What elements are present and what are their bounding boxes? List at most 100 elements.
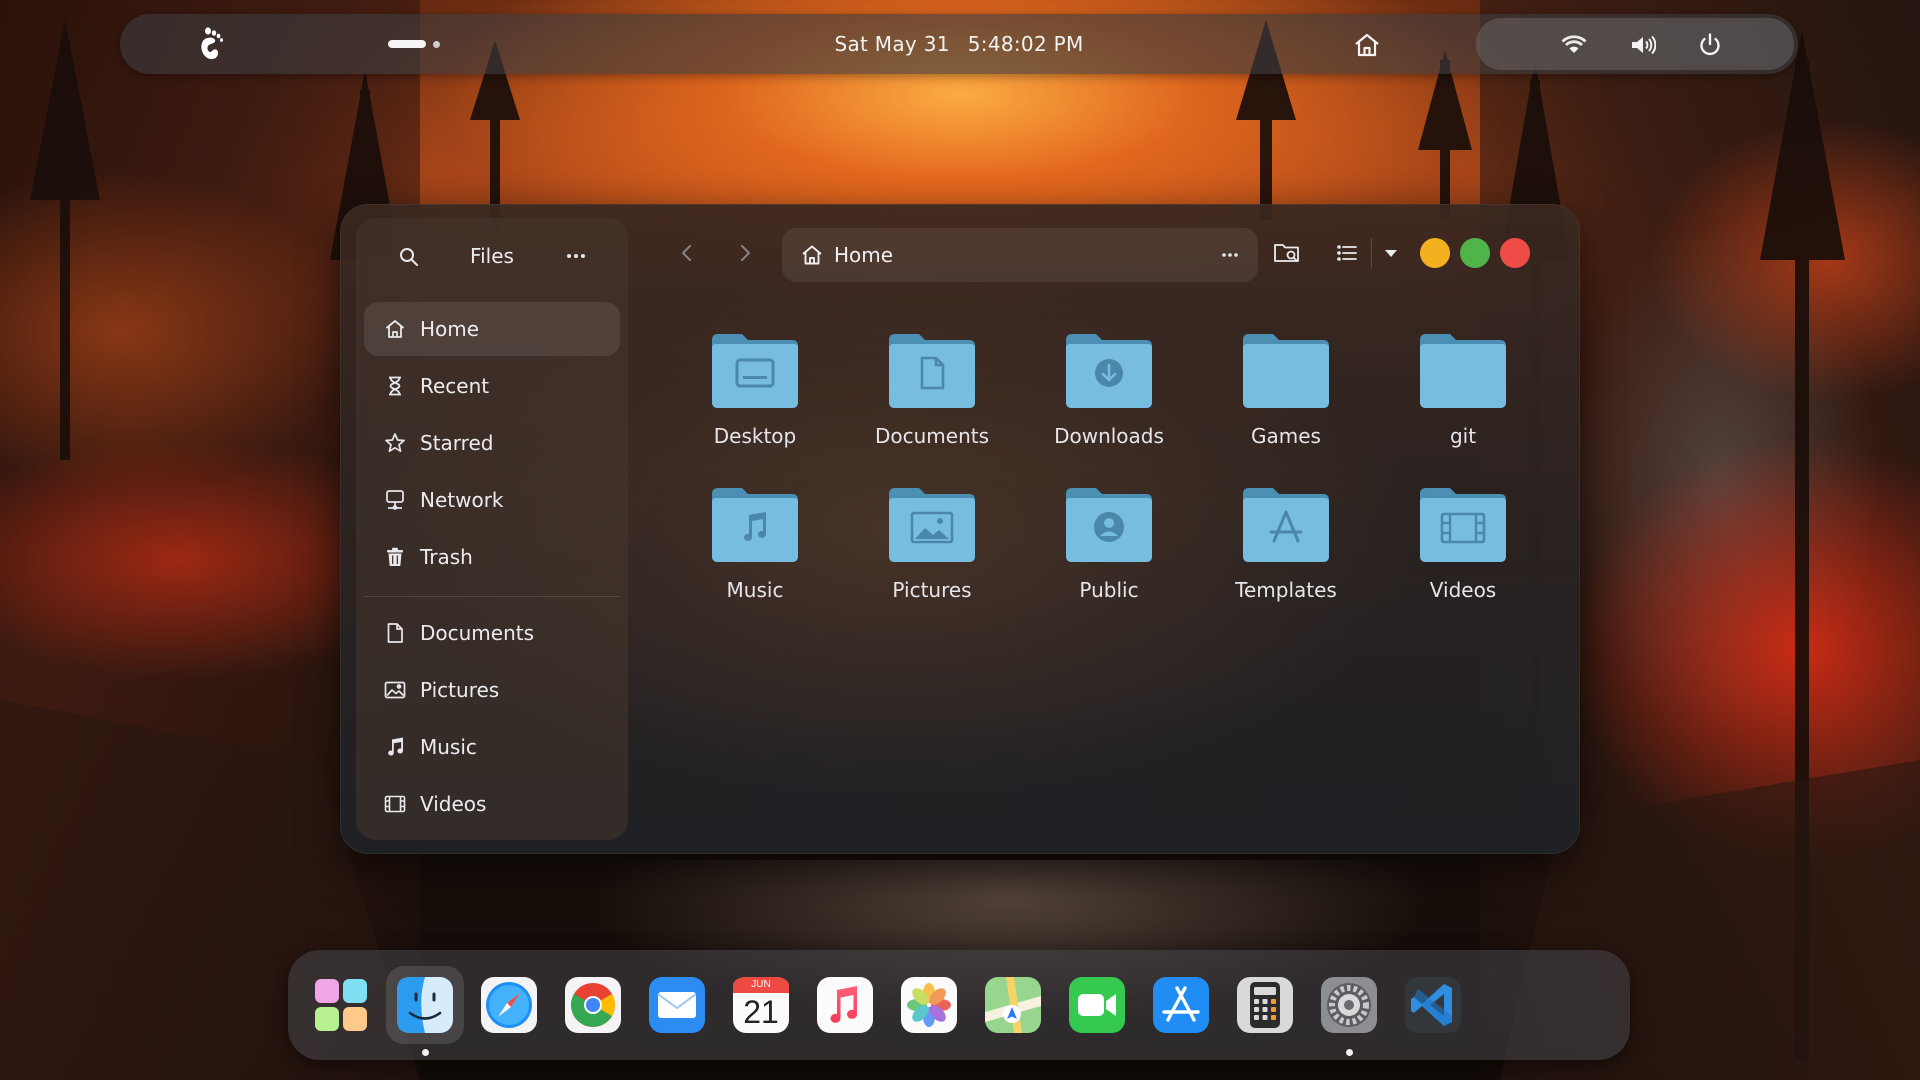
launchpad-icon [315, 979, 367, 1031]
dock-item-music[interactable] [806, 966, 884, 1044]
mail-icon [649, 977, 705, 1033]
folder-downloads[interactable]: Downloads [1024, 330, 1194, 470]
folder-desktop[interactable]: Desktop [670, 330, 840, 470]
sidebar: Files Home Recent Starred Network Trash … [356, 218, 628, 840]
calendar-day: 21 [743, 994, 779, 1030]
gear-icon [1321, 977, 1377, 1033]
close-button[interactable] [1500, 238, 1530, 268]
volume-icon[interactable] [1628, 31, 1657, 59]
home-icon[interactable] [1352, 30, 1382, 60]
folder-pictures-icon [889, 488, 975, 562]
trash-icon [384, 546, 406, 568]
dock-item-system-settings[interactable] [1310, 966, 1388, 1056]
forward-button[interactable] [728, 236, 762, 270]
sidebar-item-recent[interactable]: Recent [364, 359, 620, 413]
folder-pictures[interactable]: Pictures [847, 484, 1017, 624]
folder-label: Public [1079, 578, 1139, 602]
dock-item-app-store[interactable] [1142, 966, 1220, 1044]
more-options-icon[interactable] [562, 244, 590, 268]
folder-videos[interactable]: Videos [1378, 484, 1548, 624]
music-app-icon [817, 977, 873, 1033]
sidebar-item-label: Home [420, 317, 480, 341]
power-icon[interactable] [1696, 31, 1724, 59]
vscode-icon [1405, 977, 1461, 1033]
folder-public[interactable]: Public [1024, 484, 1194, 624]
running-indicator [422, 1049, 429, 1056]
document-icon [384, 622, 406, 644]
sidebar-header: Files [356, 218, 628, 274]
dock-item-photos[interactable] [890, 966, 968, 1044]
folder-music-icon [712, 488, 798, 562]
sidebar-item-pictures[interactable]: Pictures [364, 663, 620, 717]
running-indicator [1346, 1049, 1353, 1056]
folder-public-icon [1066, 488, 1152, 562]
sidebar-divider [364, 596, 620, 597]
folder-label: Templates [1235, 578, 1337, 602]
folder-label: git [1449, 424, 1477, 448]
dock-item-vscode[interactable] [1394, 966, 1472, 1044]
maximize-button[interactable] [1460, 238, 1490, 268]
folder-documents[interactable]: Documents [847, 330, 1017, 470]
path-bar[interactable]: Home [782, 228, 1258, 282]
dock-item-finder[interactable] [386, 966, 464, 1056]
home-icon [384, 318, 406, 340]
folder-games[interactable]: Games [1201, 330, 1371, 470]
minimize-button[interactable] [1420, 238, 1450, 268]
finder-icon [397, 977, 453, 1033]
dock-item-facetime[interactable] [1058, 966, 1136, 1044]
sidebar-item-starred[interactable]: Starred [364, 416, 620, 470]
folder-downloads-icon [1066, 334, 1152, 408]
back-button[interactable] [670, 236, 704, 270]
photos-icon [901, 977, 957, 1033]
sidebar-item-label: Recent [420, 374, 490, 398]
sidebar-item-trash[interactable]: Trash [364, 530, 620, 584]
safari-icon [481, 977, 537, 1033]
system-tray[interactable] [1476, 18, 1794, 70]
path-bar-current[interactable]: Home [834, 243, 893, 267]
dock-item-mail[interactable] [638, 966, 716, 1044]
folder-templates[interactable]: Templates [1201, 484, 1371, 624]
sidebar-item-label: Trash [420, 545, 473, 569]
hourglass-icon [384, 375, 406, 397]
dock-item-calculator[interactable] [1226, 966, 1304, 1044]
folder-documents-icon [889, 334, 975, 408]
folder-label: Desktop [713, 424, 797, 448]
network-icon [384, 489, 406, 511]
search-folder-icon[interactable] [1270, 236, 1304, 270]
folder-videos-icon [1420, 488, 1506, 562]
folder-templates-icon [1243, 488, 1329, 562]
maps-icon [985, 977, 1041, 1033]
folder-label: Pictures [892, 578, 972, 602]
more-options-icon[interactable] [1216, 243, 1244, 267]
sidebar-item-videos[interactable]: Videos [364, 777, 620, 831]
sidebar-item-network[interactable]: Network [364, 473, 620, 527]
calendar-month: JUN [751, 979, 771, 990]
dock-item-safari[interactable] [470, 966, 548, 1044]
folder-music[interactable]: Music [670, 484, 840, 624]
sidebar-item-label: Pictures [420, 678, 500, 702]
home-icon [800, 243, 824, 267]
calculator-icon [1237, 977, 1293, 1033]
dock-item-launchpad[interactable] [302, 966, 380, 1044]
sidebar-item-label: Starred [420, 431, 494, 455]
view-options-dropdown[interactable] [1374, 236, 1408, 270]
list-view-icon[interactable] [1330, 236, 1364, 270]
folder-git[interactable]: git [1378, 330, 1548, 470]
star-icon [384, 432, 406, 454]
top-bar: Sat May 31 5:48:02 PM [120, 14, 1798, 74]
toolbar-separator [1371, 238, 1372, 268]
sidebar-item-label: Videos [420, 792, 487, 816]
sidebar-item-music[interactable]: Music [364, 720, 620, 774]
sidebar-item-documents[interactable]: Documents [364, 606, 620, 660]
folder-label: Documents [874, 424, 990, 448]
dock: JUN 21 [288, 950, 1630, 1060]
dock-item-maps[interactable] [974, 966, 1052, 1044]
dock-item-calendar[interactable]: JUN 21 [722, 966, 800, 1044]
sidebar-item-home[interactable]: Home [364, 302, 620, 356]
facetime-icon [1069, 977, 1125, 1033]
dock-item-chrome[interactable] [554, 966, 632, 1044]
folder-git-icon [1420, 334, 1506, 408]
clock-date: Sat May 31 [834, 32, 950, 56]
sidebar-item-label: Network [420, 488, 504, 512]
wifi-icon[interactable] [1560, 31, 1588, 59]
